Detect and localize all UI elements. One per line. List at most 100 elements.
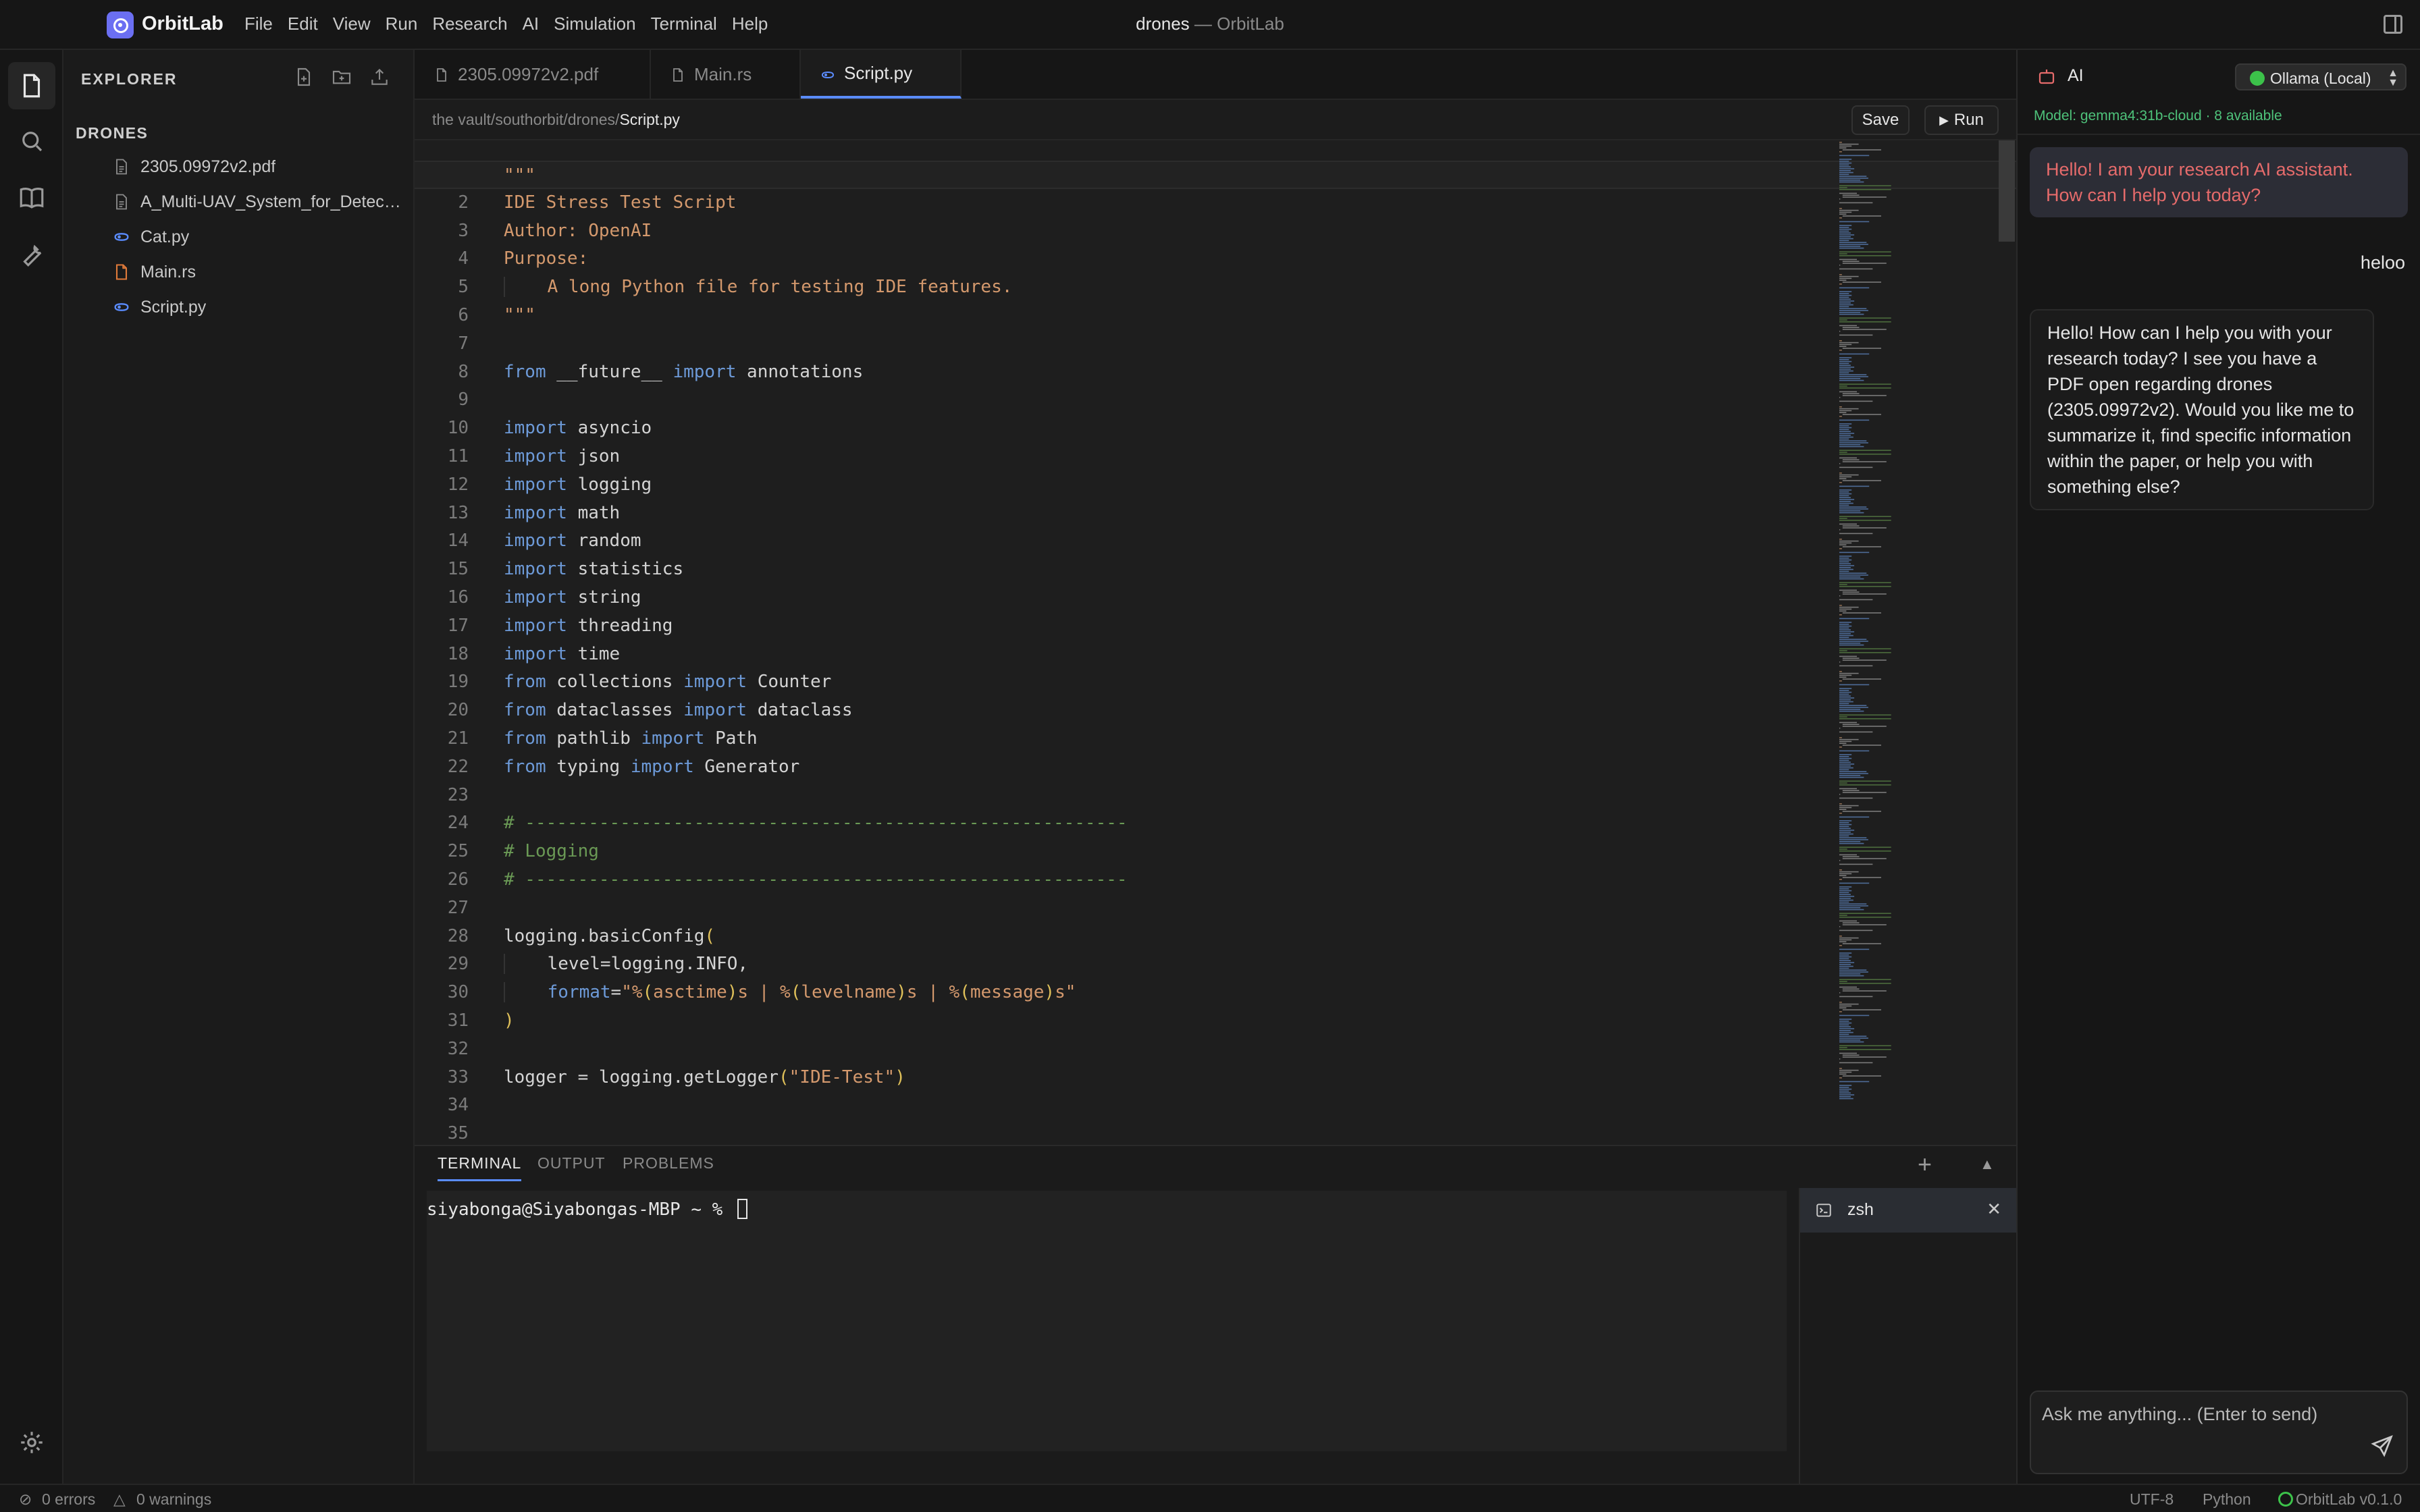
line-number-gutter: 1234567891011121314151617181920212223242… <box>415 161 469 1145</box>
code-line[interactable]: IDE Stress Test Script <box>504 189 1908 217</box>
error-count[interactable]: 0 errors <box>42 1490 95 1509</box>
code-line[interactable]: """ <box>504 302 1908 330</box>
code-line[interactable] <box>504 1035 1908 1064</box>
minimap-line <box>1839 718 1891 720</box>
code-line[interactable]: format="%(asctime)s | %(levelname)s | %(… <box>504 979 1908 1007</box>
wrench-icon[interactable] <box>8 231 55 278</box>
minimap-line <box>1839 1007 1847 1008</box>
minimap-line <box>1839 457 1857 459</box>
code-line[interactable] <box>504 386 1908 414</box>
code-line[interactable]: import json <box>504 443 1908 471</box>
tab-script-py[interactable]: Script.py <box>801 50 962 99</box>
tab-terminal[interactable]: TERMINAL <box>438 1154 522 1181</box>
minimap-line <box>1839 1058 1841 1060</box>
minimap-line <box>1839 956 1852 958</box>
line-number: 26 <box>447 869 469 890</box>
chat-input[interactable] <box>2042 1404 2366 1425</box>
code-line[interactable]: from __future__ import annotations <box>504 358 1908 387</box>
code-line[interactable]: logger = logging.getLogger("IDE-Test") <box>504 1064 1908 1092</box>
terminal-instance[interactable]: zsh ✕ <box>1800 1188 2016 1233</box>
code-line[interactable]: from collections import Counter <box>504 668 1908 697</box>
tab-main-rs[interactable]: Main.rs <box>651 50 801 99</box>
minimap-line <box>1839 142 1842 143</box>
code-line[interactable]: # Logging <box>504 838 1908 866</box>
minimap-line <box>1839 176 1867 177</box>
minimap-line <box>1839 975 1864 977</box>
code-line[interactable] <box>504 782 1908 810</box>
minimap-line <box>1842 459 1860 460</box>
editor-scrollbar[interactable] <box>1999 140 2015 242</box>
code-line[interactable]: import threading <box>504 612 1908 641</box>
language-mode[interactable]: Python <box>2203 1490 2251 1509</box>
toggle-panel-icon[interactable] <box>2384 15 2402 34</box>
code-line[interactable]: ) <box>504 1007 1908 1035</box>
code-line[interactable]: Author: OpenAI <box>504 217 1908 246</box>
send-icon[interactable] <box>2370 1434 2394 1458</box>
line-number: 12 <box>447 474 469 495</box>
file-item[interactable]: Cat.py <box>63 220 413 254</box>
add-terminal-icon[interactable]: + <box>1918 1150 1932 1179</box>
code-line[interactable]: A long Python file for testing IDE featu… <box>504 273 1908 302</box>
tab-pdf[interactable]: 2305.09972v2.pdf <box>415 50 651 99</box>
new-file-icon[interactable] <box>293 66 320 93</box>
code-line[interactable] <box>504 330 1908 358</box>
explorer-activity-icon[interactable] <box>8 62 55 109</box>
minimap-line <box>1839 1024 1849 1026</box>
file-item[interactable]: A_Multi-UAV_System_for_Detection... <box>63 185 413 219</box>
book-icon[interactable] <box>8 174 55 221</box>
code-line[interactable]: Purpose: <box>504 245 1908 273</box>
code-line[interactable]: logging.basicConfig( <box>504 923 1908 951</box>
chevron-up-icon[interactable]: ▲ <box>1980 1156 1995 1173</box>
minimap-line <box>1839 763 1855 765</box>
minimap-line <box>1839 634 1853 637</box>
code-line[interactable]: import random <box>504 527 1908 556</box>
code-line[interactable] <box>504 1120 1908 1145</box>
code-line[interactable]: import asyncio <box>504 414 1908 443</box>
breadcrumb-path[interactable]: the vault/southorbit/drones/ <box>432 111 619 128</box>
code-line[interactable] <box>504 1091 1908 1120</box>
code-line[interactable]: # --------------------------------------… <box>504 809 1908 838</box>
search-icon[interactable] <box>8 117 55 165</box>
upload-icon[interactable] <box>369 66 396 93</box>
code-line[interactable]: from pathlib import Path <box>504 725 1908 753</box>
code-line[interactable]: import statistics <box>504 556 1908 584</box>
save-button[interactable]: Save <box>1851 105 1910 135</box>
close-icon[interactable]: ✕ <box>1987 1199 2001 1220</box>
minimap-line <box>1839 633 1851 634</box>
code-line[interactable]: from typing import Generator <box>504 753 1908 782</box>
tab-problems[interactable]: PROBLEMS <box>623 1154 714 1172</box>
minimap-line <box>1839 247 1864 249</box>
code-editor[interactable]: 1234567891011121314151617181920212223242… <box>415 140 2016 1145</box>
code-line[interactable]: level=logging.INFO, <box>504 950 1908 979</box>
model-provider-select[interactable]: Ollama (Local) ▲ ▼ <box>2235 63 2406 90</box>
minimap-line <box>1839 147 1847 148</box>
minimap[interactable] <box>1837 140 1958 1112</box>
code-line[interactable] <box>504 894 1908 923</box>
breadcrumb-file[interactable]: Script.py <box>619 111 679 128</box>
code-line[interactable]: from dataclasses import dataclass <box>504 697 1908 725</box>
minimap-line <box>1839 705 1867 706</box>
run-button[interactable]: ▶ Run <box>1924 105 1999 135</box>
code-line[interactable]: import math <box>504 500 1908 528</box>
line-number: 13 <box>447 502 469 523</box>
code-line[interactable]: """ <box>415 161 2016 189</box>
minimap-line <box>1839 192 1857 194</box>
minimap-line <box>1839 242 1867 243</box>
code-line[interactable]: import string <box>504 584 1908 612</box>
tab-output[interactable]: OUTPUT <box>537 1154 606 1172</box>
file-icon <box>437 68 446 82</box>
new-folder-icon[interactable] <box>331 66 358 93</box>
theme-toggle-icon[interactable] <box>8 1419 55 1466</box>
file-item[interactable]: 2305.09972v2.pdf <box>63 150 413 184</box>
file-item[interactable]: Script.py <box>63 290 413 324</box>
warning-count[interactable]: 0 warnings <box>136 1490 211 1509</box>
folder-drones[interactable]: DRONES <box>76 124 148 142</box>
code-line[interactable]: import time <box>504 641 1908 669</box>
code-line[interactable]: import logging <box>504 471 1908 500</box>
terminal-view[interactable]: siyabonga@Siyabongas-MBP ~ % <box>427 1191 1787 1451</box>
code-area[interactable]: """ IDE Stress Test Script Author: OpenAI P… <box>415 161 2016 1145</box>
code-line[interactable]: # --------------------------------------… <box>504 866 1908 894</box>
minimap-line <box>1839 973 1861 975</box>
encoding[interactable]: UTF-8 <box>2130 1490 2174 1509</box>
file-item[interactable]: Main.rs <box>63 255 413 289</box>
